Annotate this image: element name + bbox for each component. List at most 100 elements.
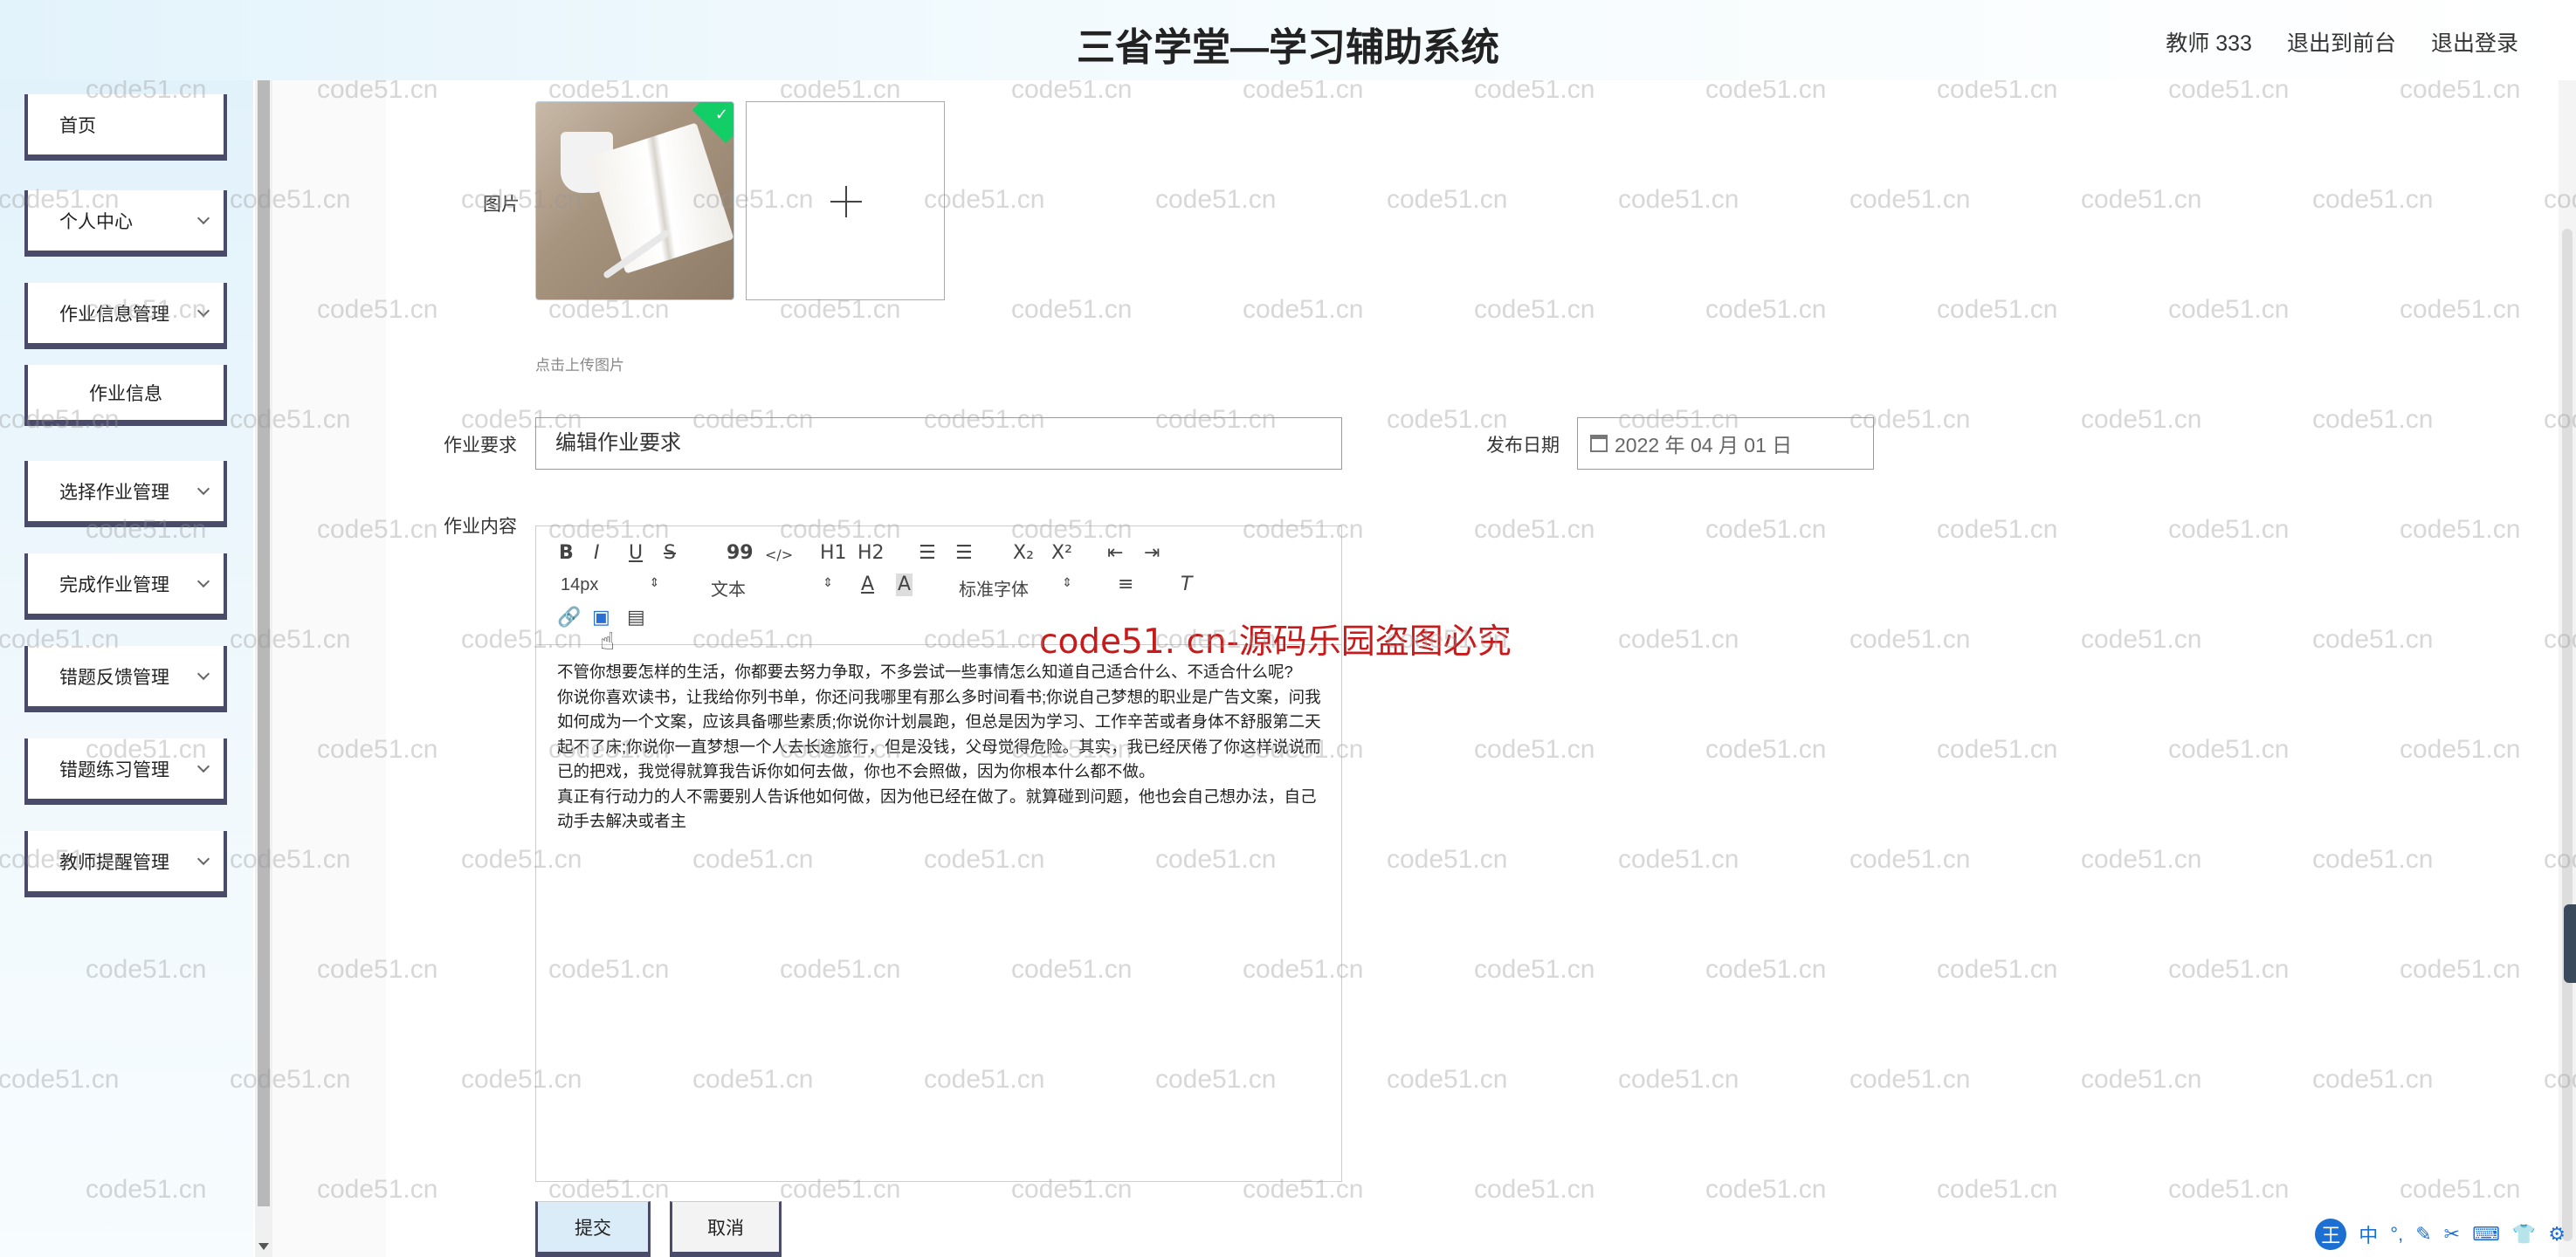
main-scrollbar-thumb[interactable] xyxy=(2562,229,2573,1241)
editor-paragraph: 真正有行动力的人不需要别人告诉他如何做，因为他已经在做了。就算碰到问题，他也会自… xyxy=(557,786,1317,831)
watermark-text: code51.cn xyxy=(1387,1065,1508,1094)
font-size-select[interactable]: 14px ⇕ xyxy=(561,575,659,595)
uploaded-image-thumbnail[interactable]: ✓ xyxy=(535,101,734,300)
sidebar-item-complete-homework-manage[interactable]: 完成作业管理 xyxy=(24,553,227,620)
h1-button[interactable]: H1 xyxy=(820,542,847,565)
watermark-text: code51.cn xyxy=(1618,185,1739,214)
watermark-text: code51.cn xyxy=(2081,1065,2202,1094)
sidebar-scrollbar[interactable] xyxy=(255,80,272,1257)
watermark-text: code51.cn xyxy=(1618,625,1739,654)
h2-button[interactable]: H2 xyxy=(858,542,885,565)
superscript-button[interactable]: X² xyxy=(1051,542,1072,565)
pen-icon[interactable]: ✎ xyxy=(2415,1223,2431,1246)
strike-button[interactable]: S xyxy=(664,542,676,565)
sidebar-item-homework-info-manage[interactable]: 作业信息管理 xyxy=(24,283,227,349)
watermark-text: code51.cn xyxy=(1387,845,1508,874)
header-value: 文本 xyxy=(711,580,746,600)
bold-button[interactable]: B xyxy=(559,542,574,565)
settings-gear-icon[interactable]: ⚙ xyxy=(2548,1223,2566,1246)
watermark-text: code51.cn xyxy=(1618,845,1739,874)
indent-icon[interactable]: ⇥ xyxy=(1144,542,1160,565)
watermark-text: code51.cn xyxy=(1387,405,1508,434)
sidebar-subitem-homework-info[interactable]: 作业信息 xyxy=(24,365,227,426)
watermark-text: code51.cn xyxy=(1387,185,1508,214)
watermark-text: code51.cn xyxy=(1011,295,1133,324)
ime-toolbar: 王 中 °, ✎ ✂ ⌨ 👕 ⚙ xyxy=(2315,1219,2566,1250)
watermark-text: code51.cn xyxy=(1937,955,2058,984)
sidebar-item-select-homework-manage[interactable]: 选择作业管理 xyxy=(24,461,227,527)
ordered-list-icon[interactable]: ☰ xyxy=(919,542,936,565)
italic-button[interactable]: I xyxy=(594,542,600,565)
current-user: 教师 333 xyxy=(2166,31,2252,56)
font-size-value: 14px xyxy=(561,575,599,594)
chevron-down-icon xyxy=(196,667,210,680)
punctuation-icon[interactable]: °, xyxy=(2390,1223,2403,1246)
header-select[interactable]: 文本 ⇕ xyxy=(711,575,833,601)
publish-date-picker[interactable]: 2022 年 04 月 01 日 xyxy=(1577,417,1874,470)
logout-link[interactable]: 退出登录 xyxy=(2431,26,2518,58)
sidebar-item-error-feedback-manage[interactable]: 错题反馈管理 xyxy=(24,646,227,712)
exit-to-front-link[interactable]: 退出到前台 xyxy=(2287,26,2396,58)
sidebar-scrollbar-thumb[interactable] xyxy=(258,80,270,1206)
upload-hint: 点击上传图片 xyxy=(535,357,624,374)
submit-button[interactable]: 提交 xyxy=(535,1201,651,1257)
watermark-text: code51.cn xyxy=(1155,185,1277,214)
watermark-text: code51.cn xyxy=(1937,1175,2058,1204)
watermark-text: code51.cn xyxy=(1705,735,1827,764)
upload-add-button[interactable] xyxy=(746,101,945,300)
watermark-text: code51.cn xyxy=(2312,185,2434,214)
ime-mode-indicator[interactable]: 中 xyxy=(2359,1220,2378,1248)
watermark-text: code51.cn xyxy=(2312,1065,2434,1094)
watermark-text: code51.cn xyxy=(2312,625,2434,654)
watermark-text: code51.cn xyxy=(2400,295,2521,324)
align-icon[interactable]: ≡ xyxy=(1118,574,1133,596)
watermark-text: code51.cn xyxy=(1849,1065,1971,1094)
scroll-down-arrow-icon[interactable] xyxy=(258,1243,269,1250)
sidebar-item-error-practice-manage[interactable]: 错题练习管理 xyxy=(24,738,227,805)
font-color-icon[interactable]: A xyxy=(861,574,874,596)
quote-button[interactable]: 99 xyxy=(727,542,754,565)
bullet-list-icon[interactable]: ☰ xyxy=(955,542,973,565)
ime-logo-icon[interactable]: 王 xyxy=(2315,1219,2347,1250)
requirement-label: 作业要求 xyxy=(444,436,517,456)
content-label: 作业内容 xyxy=(444,517,517,537)
editor-content[interactable]: 不管你想要怎样的生活，你都要去努力争取，不多尝试一些事情怎么知道自己适合什么、不… xyxy=(557,660,1326,835)
video-icon[interactable]: ▤ xyxy=(627,607,645,629)
main-scrollbar[interactable] xyxy=(2559,80,2576,1257)
watermark-text: code51.cn xyxy=(2081,625,2202,654)
watermark-text: code51.cn xyxy=(2400,735,2521,764)
chevron-down-icon xyxy=(196,211,210,224)
sidebar-item-label: 首页 xyxy=(59,115,96,136)
outdent-icon[interactable]: ⇤ xyxy=(1107,542,1123,565)
watermark-text: code51.cn xyxy=(2168,735,2290,764)
select-arrow-icon: ⇕ xyxy=(649,575,660,589)
subscript-button[interactable]: X₂ xyxy=(1013,542,1034,565)
watermark-text: code51.cn xyxy=(2400,515,2521,544)
watermark-text: code51.cn xyxy=(2081,405,2202,434)
cancel-button[interactable]: 取消 xyxy=(670,1201,782,1257)
watermark-text: code51.cn xyxy=(1474,1175,1595,1204)
watermark-text: code51.cn xyxy=(2168,955,2290,984)
sidebar-item-label: 错题反馈管理 xyxy=(59,667,169,688)
sidebar-item-label: 教师提醒管理 xyxy=(59,852,169,873)
font-family-select[interactable]: 标准字体 ⇕ xyxy=(959,575,1072,601)
sidebar-item-label: 个人中心 xyxy=(59,211,133,232)
sidebar-item-personal-center[interactable]: 个人中心 xyxy=(24,190,227,257)
select-arrow-icon: ⇕ xyxy=(1062,575,1072,589)
keyboard-icon[interactable]: ⌨ xyxy=(2472,1223,2500,1246)
sidebar-item-home[interactable]: 首页 xyxy=(24,94,227,161)
background-color-icon[interactable]: A xyxy=(896,574,913,596)
floating-side-tab[interactable] xyxy=(2564,904,2576,983)
scissors-icon[interactable]: ✂ xyxy=(2444,1223,2460,1246)
watermark-text: code51.cn xyxy=(1705,295,1827,324)
watermark-text: code51.cn xyxy=(2312,845,2434,874)
watermark-text: code51.cn xyxy=(2168,515,2290,544)
clear-format-icon[interactable]: T xyxy=(1181,574,1192,596)
link-icon[interactable]: 🔗 xyxy=(557,607,581,629)
content-left-gutter xyxy=(272,80,386,1257)
requirement-input[interactable]: 编辑作业要求 xyxy=(535,417,1342,470)
code-block-button[interactable]: </> xyxy=(765,544,793,567)
skin-icon[interactable]: 👕 xyxy=(2512,1223,2536,1246)
sidebar-item-teacher-reminder-manage[interactable]: 教师提醒管理 xyxy=(24,831,227,897)
underline-button[interactable]: U xyxy=(629,542,643,565)
